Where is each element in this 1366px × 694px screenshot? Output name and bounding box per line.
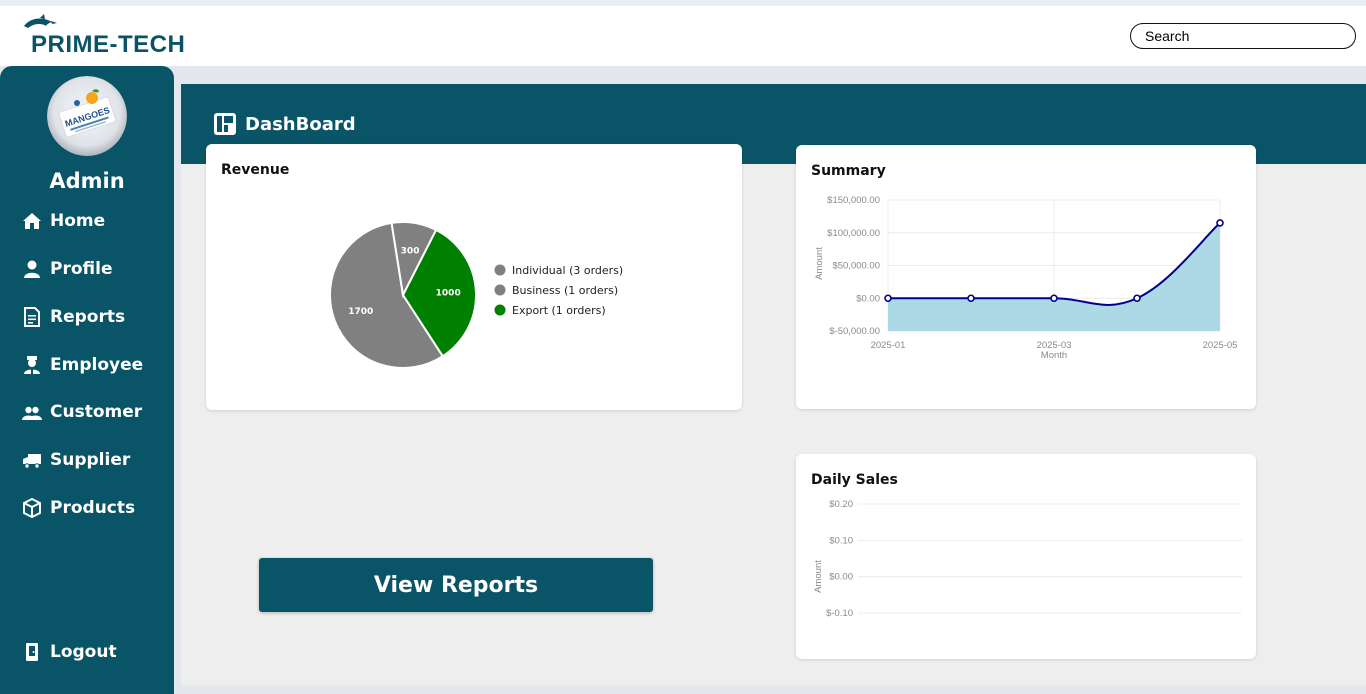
user-icon <box>22 259 42 279</box>
x-tick-label: 2025-05 <box>1203 340 1238 351</box>
y-tick-label: $-0.10 <box>826 608 853 619</box>
sidebar-item-label: Customer <box>50 402 143 422</box>
sidebar-item-customer[interactable]: Customer <box>22 399 142 425</box>
report-icon <box>22 307 42 327</box>
logout-button[interactable]: Logout <box>22 639 117 665</box>
daily-sales-chart: $0.20 $0.10 $0.00 $-0.10 Amount <box>813 499 1242 619</box>
bottom-bar <box>181 685 1366 694</box>
brand-logo[interactable]: PRIME-TECH <box>22 14 192 58</box>
logout-label: Logout <box>50 642 117 662</box>
y-tick-label: $0.10 <box>829 535 853 546</box>
sidebar-item-label: Reports <box>50 307 126 327</box>
pie-slice-label: 1700 <box>348 307 373 317</box>
sidebar-item-label: Home <box>50 211 106 231</box>
sidebar-item-label: Supplier <box>50 450 131 470</box>
view-reports-button[interactable]: View Reports <box>259 558 653 612</box>
sidebar: MANGOES Admin Home Profile Reports Emplo… <box>0 66 174 694</box>
legend-swatch <box>494 284 506 296</box>
y-tick-label: $50,000.00 <box>832 261 880 272</box>
brand-name: PRIME-TECH <box>31 31 186 58</box>
summary-area-chart: $150,000.00 $100,000.00 $50,000.00 $0.00 $-5… <box>814 195 1238 361</box>
pie-slice-label: 300 <box>401 246 420 256</box>
home-icon <box>22 211 42 231</box>
logout-icon <box>22 642 42 662</box>
sidebar-item-reports[interactable]: Reports <box>22 304 125 330</box>
truck-icon <box>22 450 42 470</box>
revenue-pie-chart: 1700 300 1000 Individual (3 orders) Business… <box>329 221 623 369</box>
user-name: Admin <box>49 169 125 193</box>
sidebar-item-products[interactable]: Products <box>22 495 135 521</box>
data-point <box>1050 294 1058 303</box>
data-point <box>1133 294 1141 303</box>
y-tick-label: $0.20 <box>829 499 853 510</box>
y-tick-label: $0.00 <box>856 293 880 304</box>
legend-swatch <box>494 304 506 316</box>
y-tick-label: $-50,000.00 <box>829 326 880 337</box>
y-axis-title: Amount <box>814 247 825 280</box>
sidebar-item-label: Employee <box>50 355 144 375</box>
sidebar-item-profile[interactable]: Profile <box>22 256 112 282</box>
x-tick-label: 2025-01 <box>871 340 906 351</box>
main-content: DashBoard Revenue 1700 300 1000 Individual … <box>181 84 1366 685</box>
sidebar-item-label: Products <box>50 498 136 518</box>
y-axis-title: Amount <box>813 560 824 593</box>
data-point <box>967 294 975 303</box>
sidebar-item-supplier[interactable]: Supplier <box>22 447 130 473</box>
box-icon <box>22 498 42 518</box>
y-tick-label: $100,000.00 <box>827 228 880 239</box>
sidebar-item-home[interactable]: Home <box>22 208 105 234</box>
legend-swatch <box>494 264 506 276</box>
sidebar-item-employee[interactable]: Employee <box>22 352 143 378</box>
legend-label: Business (1 orders) <box>512 284 618 297</box>
legend-label: Export (1 orders) <box>512 304 606 317</box>
page-title-text: DashBoard <box>245 113 356 135</box>
sidebar-item-label: Profile <box>50 259 113 279</box>
data-point <box>884 294 892 303</box>
summary-card: Summary $150,000.00 $100,000.00 $50,000.00… <box>796 145 1256 409</box>
revenue-card: Revenue 1700 300 1000 Individual (3 orders)… <box>206 144 742 410</box>
app-header: PRIME-TECH <box>0 6 1366 66</box>
employee-icon <box>22 355 42 375</box>
search-input[interactable] <box>1130 23 1356 49</box>
daily-sales-card: Daily Sales $0.20 $0.10 $0.00 $-0.10 Amount <box>796 454 1256 659</box>
y-tick-label: $0.00 <box>829 572 853 583</box>
dashboard-icon <box>214 113 236 135</box>
customers-icon <box>22 402 42 422</box>
legend-label: Individual (3 orders) <box>512 264 623 277</box>
page-title: DashBoard <box>214 113 356 135</box>
x-axis-title: Month <box>1041 350 1067 361</box>
y-tick-label: $150,000.00 <box>827 195 880 206</box>
pie-slice-label: 1000 <box>436 289 461 299</box>
avatar[interactable]: MANGOES <box>47 76 127 156</box>
data-point <box>1216 219 1224 227</box>
